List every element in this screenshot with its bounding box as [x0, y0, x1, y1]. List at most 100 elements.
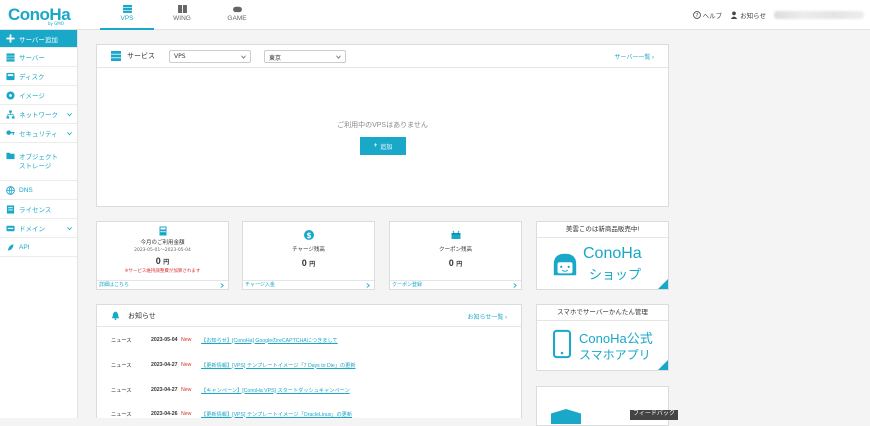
- news-row: ニュース 2023-04-27 New 【更新情報】[VPS] テンプレートイメ…: [111, 360, 356, 370]
- vps-icon: [122, 5, 132, 13]
- tab-game[interactable]: GAME: [210, 0, 264, 30]
- shop-banner-header: 美雲このは新商品販売中!: [537, 222, 668, 238]
- news-panel: お知らせ お知らせ一覧 › ニュース 2023-05-04 New 【お知らせ】…: [96, 304, 522, 418]
- bell-icon: [111, 311, 120, 320]
- server-list-link[interactable]: サーバー一覧 ›: [614, 52, 654, 61]
- shop-banner[interactable]: 美雲このは新商品販売中! ConoHa ショップ: [536, 221, 669, 290]
- folder-icon: [6, 152, 15, 160]
- app-banner-line2: スマホアプリ: [579, 348, 651, 362]
- empty-message: ご利用中のVPSはありません: [337, 122, 428, 129]
- news-link[interactable]: 【キャンペーン】[ConoHa VPS] スタートダッシュキャンペーン: [201, 387, 350, 394]
- news-new-badge: New: [181, 411, 192, 417]
- chevron-down-icon: [67, 226, 72, 231]
- logo-text: ConoHa: [8, 5, 71, 24]
- billing-warning: ※サービス維持調整費が加算されます: [124, 269, 201, 274]
- coupon-card: クーポン残高 0 円 クーポン登録: [389, 221, 522, 290]
- help-link[interactable]: ? ヘルプ: [692, 10, 723, 20]
- help-label: ヘルプ: [702, 13, 723, 20]
- charge-unit: 円: [309, 262, 316, 268]
- shop-banner-body: ConoHa ショップ: [537, 238, 668, 289]
- sidebar-item-disk[interactable]: ディスク: [0, 67, 77, 86]
- chevron-down-icon: [67, 131, 72, 136]
- chevron-right-icon: [366, 283, 370, 288]
- chevron-right-icon: ›: [652, 55, 654, 61]
- news-category: ニュース: [111, 362, 132, 369]
- promo-banner-partial[interactable]: [536, 386, 669, 426]
- sidebar-item-label: ドメイン: [19, 226, 45, 233]
- news-date: 2023-04-27: [151, 362, 178, 368]
- coupon-register-link[interactable]: クーポン登録: [390, 280, 521, 289]
- sidebar-item-label: ディスク: [19, 74, 45, 81]
- sidebar-item-label: セキュリティ: [19, 131, 58, 138]
- app-banner-line1: ConoHa公式: [579, 331, 653, 346]
- key-icon: [6, 129, 15, 135]
- notice-link[interactable]: お知らせ: [730, 10, 766, 20]
- sidebar-item-label: ライセンス: [19, 207, 52, 214]
- news-new-badge: New: [181, 387, 192, 393]
- sidebar-item-server[interactable]: サーバー: [0, 48, 77, 67]
- conoha-logo[interactable]: ConoHa by GMO: [8, 6, 78, 26]
- charge-deposit-link[interactable]: チャージ入金: [243, 280, 374, 289]
- sidebar-item-image[interactable]: イメージ: [0, 86, 77, 105]
- service-panel: サービス VPS 東京 サーバー一覧 › ご利用中のVPSはありません + 追加: [96, 44, 669, 207]
- coupon-amount-value: 0: [448, 258, 454, 268]
- sidebar-item-domain[interactable]: ドメイン: [0, 219, 77, 238]
- news-new-badge: New: [181, 337, 192, 343]
- sidebar-item-dns[interactable]: DNS: [0, 181, 77, 200]
- news-list-link[interactable]: お知らせ一覧 ›: [467, 312, 507, 321]
- sidebar-item-add-server[interactable]: サーバー追加: [0, 30, 77, 48]
- sidebar-item-license[interactable]: ライセンス: [0, 200, 77, 219]
- billing-detail-link[interactable]: 詳細はこちら: [97, 280, 228, 289]
- tab-vps[interactable]: VPS: [100, 0, 154, 30]
- news-row: ニュース 2023-05-04 New 【お知らせ】[ConoHa] Googl…: [111, 335, 338, 345]
- coupon-title: クーポン残高: [438, 247, 472, 253]
- image-icon: [6, 90, 15, 100]
- news-header: お知らせ: [97, 305, 521, 327]
- news-link[interactable]: 【更新情報】[VPS] テンプレートイメージ「OracleLinux」の更新: [201, 411, 352, 418]
- svg-text:?: ?: [695, 13, 698, 19]
- domain-icon: [6, 225, 15, 231]
- tab-game-label: GAME: [227, 15, 247, 22]
- network-icon: [6, 109, 15, 119]
- service-type-select[interactable]: VPS: [169, 50, 251, 63]
- sidebar-item-api[interactable]: API: [0, 238, 77, 257]
- sidebar-item-security[interactable]: セキュリティ: [0, 124, 77, 143]
- sidebar-item-label: API: [19, 243, 30, 251]
- news-date: 2023-04-27: [151, 387, 178, 393]
- app-banner-header: スマホでサーバーかんたん管理: [537, 305, 668, 321]
- news-row: ニュース 2023-04-27 New 【キャンペーン】[ConoHa VPS]…: [111, 385, 350, 395]
- billing-amount-value: 0: [155, 256, 161, 266]
- sidebar-item-object-storage[interactable]: オブジェクト ストレージ: [0, 143, 77, 181]
- billing-period: 2023-05-01～2023-05-04: [134, 248, 191, 253]
- region-select[interactable]: 東京: [264, 50, 346, 63]
- sidebar-item-label: サーバー追加: [19, 36, 58, 44]
- calculator-icon: [159, 226, 166, 236]
- feedback-button[interactable]: フィードバック: [630, 410, 678, 420]
- coupon-amount: 0 円: [390, 258, 521, 268]
- sidebar-item-label: イメージ: [19, 93, 45, 100]
- billing-card: 今月のご利用金額 2023-05-01～2023-05-04 0 円 ※サービス…: [96, 221, 229, 290]
- add-server-button[interactable]: + 追加: [360, 137, 406, 155]
- sidebar-item-network[interactable]: ネットワーク: [0, 105, 77, 124]
- news-link[interactable]: 【更新情報】[VPS] テンプレートイメージ「7 Days to Die」の更新: [201, 362, 356, 369]
- tab-vps-label: VPS: [120, 15, 134, 22]
- account-name-redacted[interactable]: [774, 11, 864, 19]
- news-date: 2023-05-04: [151, 337, 178, 343]
- sidebar-item-label: ネットワーク: [19, 112, 58, 119]
- app-banner[interactable]: スマホでサーバーかんたん管理 ConoHa公式 スマホアプリ: [536, 304, 669, 371]
- server-icon: [6, 52, 15, 62]
- app-banner-body: ConoHa公式 スマホアプリ: [537, 321, 668, 370]
- news-list-label: お知らせ一覧: [467, 315, 504, 321]
- news-link[interactable]: 【お知らせ】[ConoHa] GoogleのreCAPTCHAにつきまして: [201, 337, 338, 344]
- sidebar: サーバー追加 サーバー ディスク イメージ ネットワーク セキュリティ オブジェ…: [0, 30, 78, 418]
- tab-wing-label: WING: [173, 15, 191, 22]
- api-icon: [7, 243, 14, 251]
- news-category: ニュース: [111, 337, 132, 344]
- disk-icon: [6, 72, 15, 80]
- logo-sub: by GMO: [48, 21, 64, 26]
- tab-wing[interactable]: WING: [155, 0, 209, 30]
- billing-unit: 円: [163, 260, 170, 266]
- news-title: お知らせ: [128, 312, 156, 320]
- banner-corner: [658, 279, 668, 289]
- coupon-unit: 円: [456, 262, 463, 268]
